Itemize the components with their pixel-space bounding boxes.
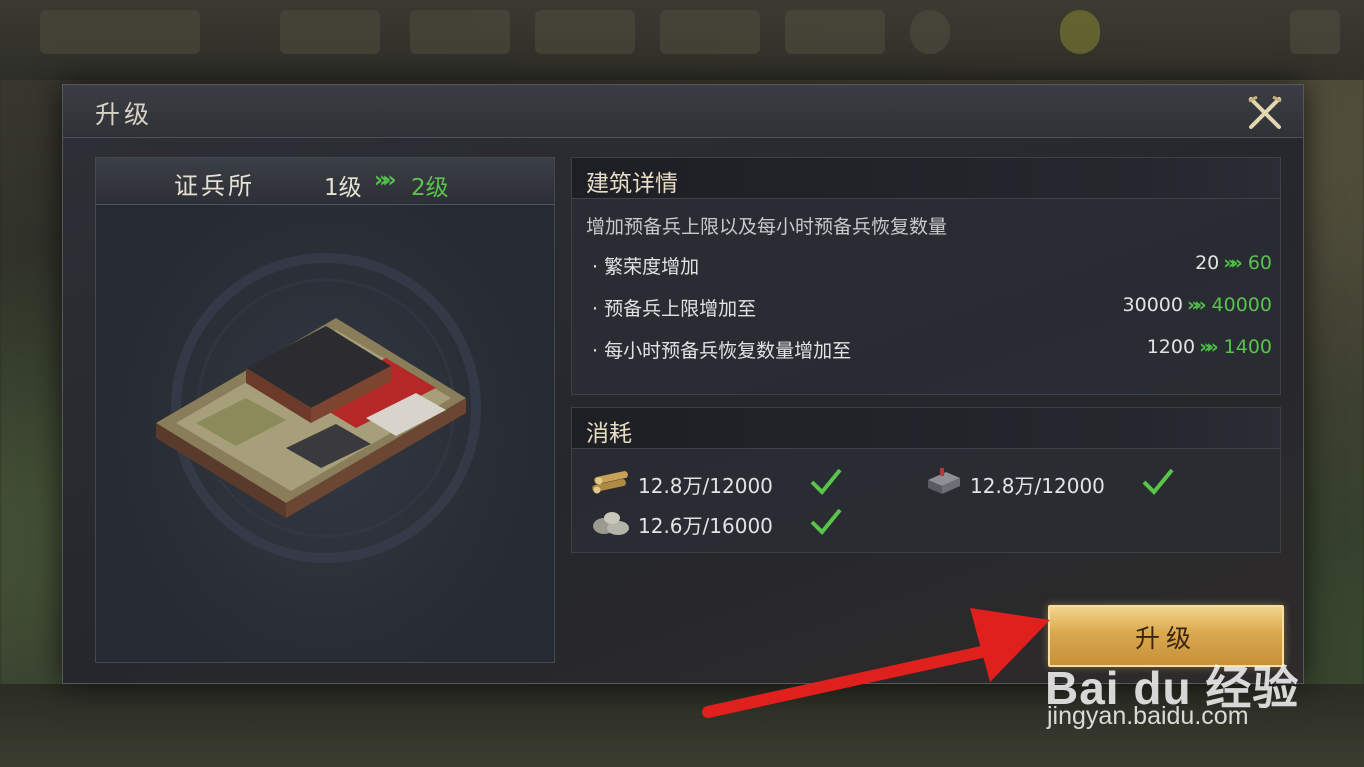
- detail-label: · 每小时预备兵恢复数量增加至: [592, 340, 852, 362]
- cost-item-wood: 12.8万/12000: [590, 464, 890, 500]
- detail-row: · 繁荣度增加 20»» 60: [592, 252, 1272, 282]
- detail-row: · 预备兵上限增加至 30000»» 40000: [592, 294, 1272, 324]
- resource-chip: [280, 10, 380, 54]
- section-header: 建筑详情: [572, 158, 1280, 199]
- cost-item-iron: 12.8万/12000: [922, 464, 1222, 500]
- building-level-header: 证兵所 1级 »» 2级: [96, 158, 554, 205]
- cost-item-stone: 12.6万/16000: [590, 504, 890, 540]
- dialog-title: 升级: [95, 100, 154, 129]
- resource-chip: [410, 10, 510, 54]
- resource-chip: [535, 10, 635, 54]
- cost-amount: 12.8万/12000: [638, 474, 773, 498]
- level-to: 2级: [411, 175, 449, 201]
- building-details-section: 建筑详情 增加预备兵上限以及每小时预备兵恢复数量 · 繁荣度增加 20»» 60 …: [571, 157, 1281, 395]
- wood-icon: [592, 471, 628, 494]
- detail-label: · 预备兵上限增加至: [592, 298, 757, 320]
- check-icon: [810, 508, 842, 535]
- detail-row: · 每小时预备兵恢复数量增加至 1200»» 1400: [592, 336, 1272, 366]
- check-icon: [810, 468, 842, 495]
- detail-values: 30000»» 40000: [1122, 294, 1272, 316]
- resource-chip: [785, 10, 885, 54]
- close-icon[interactable]: [1245, 95, 1285, 131]
- resource-chip: [660, 10, 760, 54]
- detail-label: · 繁荣度增加: [592, 256, 700, 278]
- upgrade-dialog: 升级 证兵所 1级 »» 2级 建筑详情 增加预备兵上限以及每小时预备兵恢复数量…: [62, 84, 1304, 684]
- detail-values: 20»» 60: [1195, 252, 1272, 274]
- watermark-url: jingyan.baidu.com: [1047, 702, 1249, 730]
- menu-icon: [1290, 10, 1340, 54]
- iron-icon: [928, 468, 960, 494]
- check-icon: [1142, 468, 1174, 495]
- resource-chip: [40, 10, 200, 54]
- cost-section: 消耗 12.8万/12000 12.8万/12000 12.6万/16000: [571, 407, 1281, 553]
- cost-amount: 12.8万/12000: [970, 474, 1105, 498]
- level-from: 1级: [324, 175, 362, 201]
- upgrade-button-label: 升级: [1134, 624, 1197, 653]
- section-header: 消耗: [572, 408, 1280, 449]
- building-illustration: [156, 253, 481, 563]
- section-title: 建筑详情: [586, 171, 678, 197]
- stone-icon: [593, 512, 629, 535]
- gold-coin-icon: [1060, 10, 1100, 54]
- avatar: [910, 10, 950, 54]
- top-resource-bar: [0, 0, 1364, 80]
- level-arrow: »»: [374, 168, 397, 193]
- building-description: 增加预备兵上限以及每小时预备兵恢复数量: [586, 216, 948, 238]
- cost-amount: 12.6万/16000: [638, 514, 773, 538]
- dialog-header: 升级: [63, 85, 1303, 138]
- building-preview-panel: 证兵所 1级 »» 2级: [95, 157, 555, 663]
- section-title: 消耗: [586, 421, 632, 447]
- detail-values: 1200»» 1400: [1146, 336, 1272, 358]
- building-name: 证兵所: [174, 172, 255, 200]
